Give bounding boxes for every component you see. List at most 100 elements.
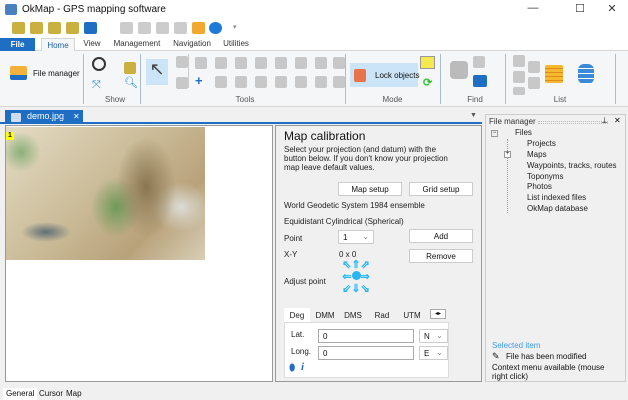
maximize-button[interactable]: ☐ bbox=[565, 2, 595, 18]
ribbon-tabs: File Home View Management Navigation Uti… bbox=[0, 37, 628, 52]
file-manager-label: File manager bbox=[33, 69, 80, 78]
find-next-icon bbox=[473, 56, 485, 68]
tree-item-toponyms[interactable]: Toponyms bbox=[527, 172, 563, 181]
magnifier-icon[interactable]: 🔍︎ bbox=[124, 76, 138, 89]
close-button[interactable]: ✕ bbox=[597, 2, 627, 18]
file-manager-title: File manager bbox=[489, 117, 536, 126]
tab-file[interactable]: File bbox=[0, 38, 35, 51]
map-image[interactable] bbox=[6, 127, 205, 260]
find-binoculars-icon[interactable] bbox=[450, 61, 468, 79]
tree-item-projects[interactable]: Projects bbox=[527, 139, 556, 148]
ribbon: File manager ⤧ 🔍︎ Show ↖ + Tools Lock ob… bbox=[0, 51, 628, 107]
tree-item-list-indexed[interactable]: List indexed files bbox=[527, 193, 586, 202]
save-disabled-icon bbox=[102, 22, 115, 34]
customize-dropdown-icon[interactable]: ▾ bbox=[233, 23, 237, 31]
tree-item-photos[interactable]: Photos bbox=[527, 182, 552, 191]
image-icon bbox=[11, 113, 21, 122]
folder-icon[interactable] bbox=[192, 22, 205, 34]
minimize-button[interactable]: — bbox=[518, 2, 548, 18]
open-icon[interactable] bbox=[12, 22, 25, 34]
map-setup-button[interactable]: Map setup bbox=[338, 182, 402, 196]
map-view[interactable]: 1 bbox=[5, 125, 273, 382]
select-area-icon bbox=[176, 77, 188, 89]
lat-label: Lat. bbox=[291, 330, 305, 339]
find-map-icon[interactable] bbox=[473, 75, 487, 87]
selected-item-label: Selected item bbox=[492, 341, 541, 350]
collapse-icon[interactable]: − bbox=[491, 130, 498, 137]
xy-label: X-Y bbox=[284, 250, 298, 259]
tab-view[interactable]: View bbox=[80, 39, 104, 51]
zoom-extent-icon[interactable]: ⤧ bbox=[92, 79, 101, 92]
tree-item-database[interactable]: OkMap database bbox=[527, 204, 588, 213]
file-manager-button[interactable]: File manager bbox=[8, 63, 80, 83]
tab-list-dropdown-icon[interactable]: ▼ bbox=[470, 112, 477, 119]
gear-icon[interactable] bbox=[209, 22, 222, 34]
select-arrow-button[interactable]: ↖ bbox=[146, 59, 168, 85]
long-label: Long. bbox=[291, 347, 312, 356]
adjust-point-arrows-icon[interactable]: ⇖⇑⇗ ⇐ ⇒ ⇙⇓⇘ bbox=[338, 259, 374, 295]
tab-deg[interactable]: Deg bbox=[284, 308, 310, 322]
open-web-icon[interactable] bbox=[48, 22, 61, 34]
tab-map[interactable]: Map bbox=[63, 388, 85, 400]
tab-scroll-arrows[interactable]: ◂▸ bbox=[430, 309, 446, 319]
save-as-icon bbox=[120, 22, 133, 34]
close-tab-icon[interactable]: ✕ bbox=[73, 112, 80, 121]
document-tab[interactable]: demo.jpg ✕ bbox=[5, 110, 83, 124]
lat-input[interactable]: 0 bbox=[318, 329, 414, 343]
tools-group-label: Tools bbox=[235, 95, 255, 104]
find-group-label: Find bbox=[467, 95, 483, 104]
draw-tools: + bbox=[195, 57, 345, 91]
calibration-point-marker[interactable]: 1 bbox=[6, 132, 14, 140]
info-icon[interactable]: i bbox=[301, 361, 304, 373]
tab-utilities[interactable]: Utilities bbox=[220, 39, 252, 51]
show-group-label: Show bbox=[104, 95, 125, 104]
adjust-point-label: Adjust point bbox=[284, 277, 326, 286]
point-label: Point bbox=[284, 234, 303, 243]
close-panel-icon[interactable]: ✕ bbox=[614, 116, 621, 125]
tab-navigation[interactable]: Navigation bbox=[170, 39, 214, 51]
tree-root-files[interactable]: Files bbox=[515, 128, 532, 137]
pencil-icon: ✎ bbox=[492, 351, 500, 361]
save-icon[interactable] bbox=[84, 22, 97, 34]
modified-text: File has been modified bbox=[506, 352, 587, 361]
lock-objects-button[interactable]: Lock objects bbox=[350, 63, 419, 87]
mouse-icon[interactable]: ⬮ bbox=[289, 363, 295, 374]
expand-icon[interactable]: + bbox=[504, 151, 511, 158]
list-table-icon[interactable] bbox=[545, 65, 563, 83]
bottom-tabs: General Cursor Map bbox=[0, 386, 628, 400]
lock-icon bbox=[354, 69, 366, 82]
add-waypoint-icon[interactable]: + bbox=[195, 73, 203, 88]
export3-icon bbox=[174, 22, 187, 34]
lat-hemisphere-select[interactable]: N ⌄ bbox=[419, 329, 448, 343]
refresh-icon[interactable]: ⟳ bbox=[423, 76, 432, 89]
export2-icon bbox=[156, 22, 169, 34]
database-icon[interactable] bbox=[578, 64, 594, 84]
xy-value: 0 x 0 bbox=[339, 250, 357, 259]
add-point-icon bbox=[176, 56, 188, 68]
pin-icon[interactable]: ⊥ bbox=[601, 116, 608, 125]
tab-management[interactable]: Management bbox=[112, 39, 162, 51]
long-input[interactable]: 0 bbox=[318, 346, 414, 360]
zoom-icon[interactable] bbox=[92, 57, 106, 71]
long-hemisphere-select[interactable]: E ⌄ bbox=[419, 346, 448, 360]
tab-dmm[interactable]: DMM bbox=[312, 308, 338, 322]
open-project-icon[interactable] bbox=[30, 22, 43, 34]
open-gps-icon[interactable] bbox=[66, 22, 79, 34]
tab-cursor[interactable]: Cursor bbox=[36, 388, 66, 400]
export-icon bbox=[138, 22, 151, 34]
tab-utm[interactable]: UTM bbox=[398, 308, 426, 322]
add-button[interactable]: Add bbox=[409, 229, 473, 243]
point-select[interactable]: 1 ⌄ bbox=[338, 230, 374, 244]
tab-general[interactable]: General bbox=[3, 388, 38, 400]
remove-button[interactable]: Remove bbox=[409, 249, 473, 263]
tree-item-waypoints[interactable]: Waypoints, tracks, routes bbox=[527, 161, 617, 170]
grid-setup-button[interactable]: Grid setup bbox=[409, 182, 473, 196]
edit-layer-icon[interactable] bbox=[420, 56, 435, 69]
calibration-title: Map calibration bbox=[284, 129, 366, 143]
tab-home[interactable]: Home bbox=[41, 38, 75, 52]
tab-dms[interactable]: DMS bbox=[340, 308, 366, 322]
tree-item-maps[interactable]: Maps bbox=[527, 150, 547, 159]
document-tabs: demo.jpg ✕ ▼ bbox=[0, 110, 482, 124]
map-overview-icon[interactable] bbox=[124, 62, 136, 74]
tab-rad[interactable]: Rad bbox=[368, 308, 396, 322]
